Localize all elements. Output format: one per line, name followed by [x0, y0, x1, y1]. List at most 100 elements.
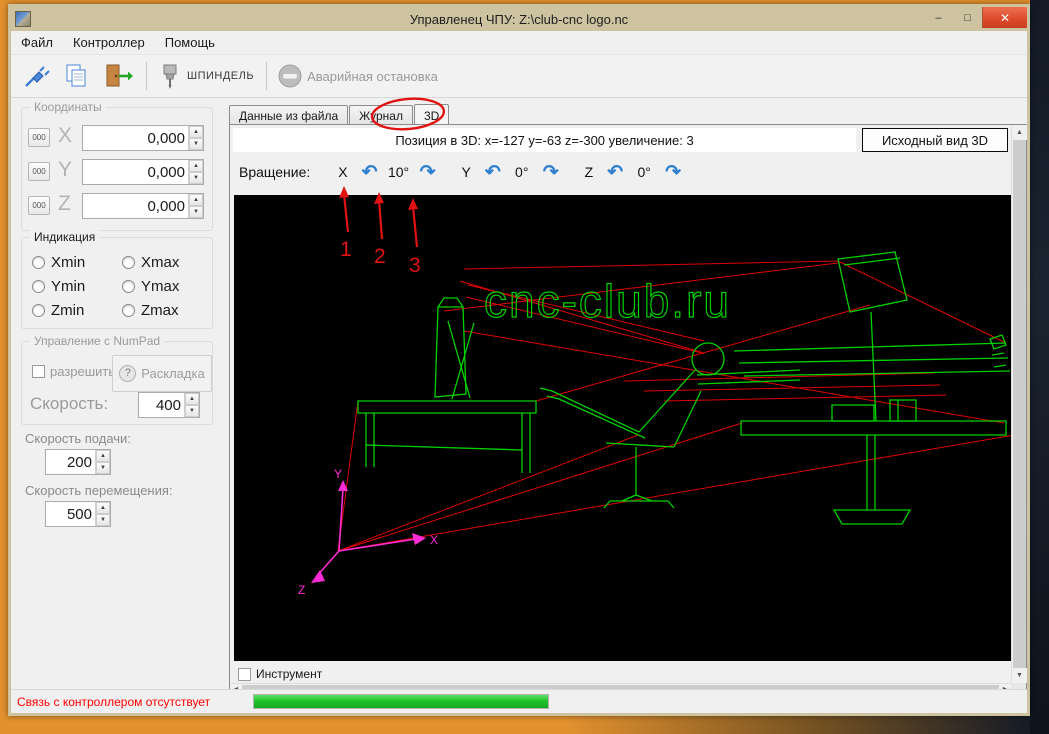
tab-3d[interactable]: 3D: [413, 104, 450, 126]
rotate-z-cw-button[interactable]: ↷: [665, 163, 681, 182]
indication-group: Индикация Xmin Xmax Ymin Ymax Zmin Zmax: [21, 230, 213, 329]
radio-xmax[interactable]: Xmax: [122, 254, 179, 271]
numpad-speed-label: Скорость:: [30, 394, 109, 413]
scroll-down-icon[interactable]: ▼: [1012, 668, 1027, 683]
coordinate-x-spinner[interactable]: ▲ ▼: [188, 126, 203, 150]
title-bar[interactable]: Управленец ЧПУ: Z:\club-cnc logo.nc: [11, 7, 1027, 31]
spin-up-icon[interactable]: ▲: [189, 126, 203, 138]
radio-zmin[interactable]: Zmin: [32, 302, 84, 319]
menu-controller[interactable]: Контроллер: [63, 32, 155, 53]
layout-button[interactable]: ? Раскладка: [112, 355, 212, 392]
rotation-z-label: Z: [584, 164, 594, 180]
progress-bar-fill: [254, 695, 548, 708]
radio-icon: [32, 256, 45, 269]
coordinates-group-title: Координаты: [30, 100, 106, 114]
copy-button[interactable]: [57, 59, 95, 93]
watermark-text: cnc-club.ru: [484, 275, 731, 327]
menu-file[interactable]: Файл: [11, 32, 63, 53]
zero-y-button[interactable]: 000: [28, 162, 50, 181]
connect-button[interactable]: [17, 59, 55, 93]
spindle-button[interactable]: ШПИНДЕЛЬ: [152, 59, 259, 93]
viewport-3d[interactable]: cnc-club.ru Y X Z: [234, 195, 1022, 661]
feed-rate-label: Скорость подачи:: [25, 431, 131, 446]
rotate-y-ccw-button[interactable]: ↶: [485, 163, 501, 182]
reset-3d-view-button[interactable]: Исходный вид 3D: [862, 128, 1008, 152]
move-rate-field[interactable]: 500 ▲ ▼: [45, 501, 111, 527]
radio-ymax[interactable]: Ymax: [122, 278, 179, 295]
toolpath-wireframe: cnc-club.ru Y X Z: [298, 251, 1015, 597]
rotate-x-ccw-button[interactable]: ↶: [362, 163, 378, 182]
tool-checkbox-row: Инструмент: [238, 667, 322, 681]
axis-y-label-3d: Y: [334, 467, 342, 481]
spin-down-icon[interactable]: ▼: [189, 138, 203, 150]
numpad-group: Управление с NumPad разрешить ? Раскладк…: [21, 334, 213, 425]
vertical-scrollbar[interactable]: ▲ ▼: [1011, 125, 1027, 683]
coordinate-x-field[interactable]: 0,000 ▲ ▼: [82, 125, 204, 151]
menu-bar: Файл Контроллер Помощь: [11, 31, 1027, 55]
coordinate-y-field[interactable]: 0,000 ▲ ▼: [82, 159, 204, 185]
vertical-scroll-thumb[interactable]: [1013, 140, 1026, 668]
axes-triad: [315, 488, 417, 578]
menu-help[interactable]: Помощь: [155, 32, 225, 53]
coordinate-row-z: 000 Z 0,000 ▲ ▼: [22, 190, 212, 220]
spin-down-icon[interactable]: ▼: [185, 405, 199, 417]
coordinate-x-value: 0,000: [147, 129, 185, 147]
rotation-x-angle: 10°: [387, 164, 410, 180]
axis-x-label: X: [58, 124, 73, 147]
connection-status-text: Связь с контроллером отсутствует: [17, 695, 211, 709]
coordinates-group: Координаты 000 X 0,000 ▲ ▼ 000 Y 0,000 ▲…: [21, 100, 213, 231]
exit-button[interactable]: [97, 59, 139, 93]
close-button[interactable]: ✕: [982, 7, 1027, 28]
emergency-stop-button[interactable]: Аварийная остановка: [272, 59, 443, 93]
spin-down-icon[interactable]: ▼: [189, 172, 203, 184]
radio-icon: [122, 304, 135, 317]
spin-down-icon[interactable]: ▼: [96, 462, 110, 474]
move-rate-spinner[interactable]: ▲ ▼: [95, 502, 110, 526]
axis-z-label: Z: [58, 192, 71, 215]
scroll-up-icon[interactable]: ▲: [1012, 125, 1027, 140]
coordinate-row-x: 000 X 0,000 ▲ ▼: [22, 122, 212, 152]
rotate-x-cw-button[interactable]: ↷: [420, 163, 436, 182]
radio-xmin[interactable]: Xmin: [32, 254, 85, 271]
feed-rate-spinner[interactable]: ▲ ▼: [95, 450, 110, 474]
radio-icon: [122, 280, 135, 293]
spin-up-icon[interactable]: ▲: [96, 450, 110, 462]
zero-z-button[interactable]: 000: [28, 196, 50, 215]
spin-down-icon[interactable]: ▼: [189, 206, 203, 218]
axis-y-label: Y: [58, 158, 73, 181]
coordinate-y-spinner[interactable]: ▲ ▼: [188, 160, 203, 184]
progress-bar: [253, 694, 549, 709]
spin-up-icon[interactable]: ▲: [189, 194, 203, 206]
numpad-speed-field[interactable]: 400 ▲ ▼: [138, 392, 200, 418]
toolbar: ШПИНДЕЛЬ Аварийная остановка: [11, 55, 1027, 98]
rotate-y-cw-button[interactable]: ↷: [543, 163, 559, 182]
minimize-button[interactable]: –: [924, 7, 953, 28]
spindle-label: ШПИНДЕЛЬ: [187, 70, 255, 82]
spin-up-icon[interactable]: ▲: [96, 502, 110, 514]
numpad-speed-spinner[interactable]: ▲ ▼: [184, 393, 199, 417]
spin-down-icon[interactable]: ▼: [96, 514, 110, 526]
coordinate-z-spinner[interactable]: ▲ ▼: [188, 194, 203, 218]
radio-icon: [122, 256, 135, 269]
numpad-group-title: Управление с NumPad: [30, 334, 165, 348]
zero-x-button[interactable]: 000: [28, 128, 50, 147]
coordinate-z-value: 0,000: [147, 197, 185, 215]
numpad-enable-checkbox[interactable]: разрешить: [32, 364, 115, 379]
tool-checkbox-label: Инструмент: [256, 667, 323, 681]
move-rate-label: Скорость перемещения:: [25, 483, 173, 498]
tool-checkbox[interactable]: [238, 667, 251, 681]
desktop-background-right: [1030, 0, 1049, 734]
spin-up-icon[interactable]: ▲: [189, 160, 203, 172]
spin-up-icon[interactable]: ▲: [185, 393, 199, 405]
feed-rate-value: 200: [66, 453, 92, 471]
feed-rate-field[interactable]: 200 ▲ ▼: [45, 449, 111, 475]
coordinate-z-field[interactable]: 0,000 ▲ ▼: [82, 193, 204, 219]
radio-ymin[interactable]: Ymin: [32, 278, 85, 295]
coordinate-y-value: 0,000: [147, 163, 185, 181]
maximize-button[interactable]: □: [953, 7, 982, 28]
rotate-z-ccw-button[interactable]: ↶: [607, 163, 623, 182]
coordinate-row-y: 000 Y 0,000 ▲ ▼: [22, 156, 212, 186]
tab-3d-content: Позиция в 3D: x=-127 y=-63 z=-300 увелич…: [229, 124, 1027, 696]
radio-zmax[interactable]: Zmax: [122, 302, 179, 319]
radio-icon: [32, 304, 45, 317]
